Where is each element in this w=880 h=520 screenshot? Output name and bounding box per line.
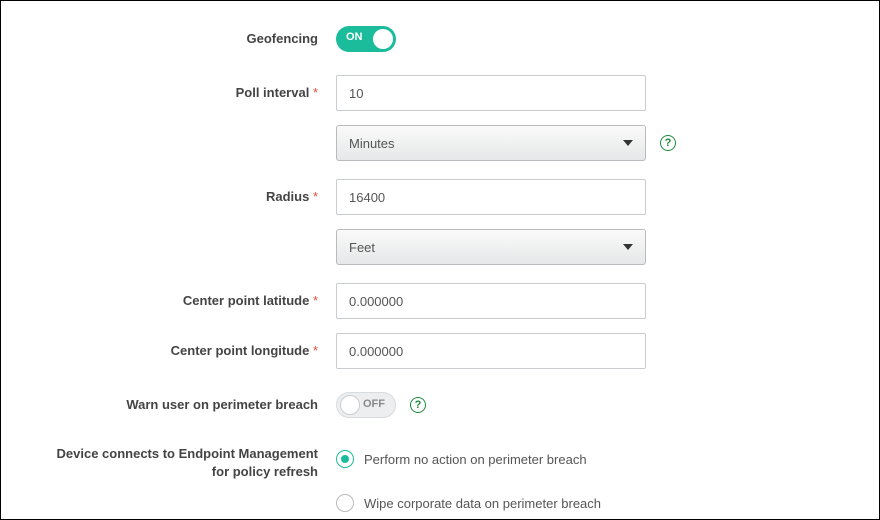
help-icon[interactable]: ? — [660, 135, 676, 151]
radio-icon — [336, 494, 354, 512]
warn-breach-label: Warn user on perimeter breach — [41, 396, 336, 414]
endpoint-action-radio-wipe[interactable]: Wipe corporate data on perimeter breach — [336, 485, 601, 520]
geofencing-label: Geofencing — [41, 30, 336, 48]
poll-interval-unit-select[interactable]: Minutes — [336, 125, 646, 161]
poll-interval-input[interactable] — [336, 75, 646, 111]
radius-unit-value: Feet — [349, 240, 375, 255]
radio-icon — [336, 450, 354, 468]
endpoint-action-label: Device connects to Endpoint Management f… — [41, 441, 336, 481]
toggle-knob — [373, 29, 393, 49]
center-lon-label: Center point longitude * — [41, 342, 336, 360]
center-lat-input[interactable] — [336, 283, 646, 319]
caret-down-icon — [623, 244, 633, 250]
toggle-on-text: ON — [346, 31, 363, 43]
poll-interval-label: Poll interval * — [41, 84, 336, 102]
radius-unit-select[interactable]: Feet — [336, 229, 646, 265]
help-icon[interactable]: ? — [410, 397, 426, 413]
center-lon-input[interactable] — [336, 333, 646, 369]
toggle-off-text: OFF — [363, 398, 385, 410]
center-lat-label: Center point latitude * — [41, 292, 336, 310]
radius-label: Radius * — [41, 188, 336, 206]
endpoint-action-radio-none[interactable]: Perform no action on perimeter breach — [336, 441, 601, 477]
toggle-knob — [340, 395, 360, 415]
poll-interval-unit-value: Minutes — [349, 136, 395, 151]
warn-breach-toggle[interactable]: OFF — [336, 392, 396, 418]
geofencing-toggle[interactable]: ON — [336, 26, 396, 52]
radio-label: Wipe corporate data on perimeter breach — [364, 496, 601, 511]
radio-label: Perform no action on perimeter breach — [364, 452, 587, 467]
caret-down-icon — [623, 140, 633, 146]
radius-input[interactable] — [336, 179, 646, 215]
